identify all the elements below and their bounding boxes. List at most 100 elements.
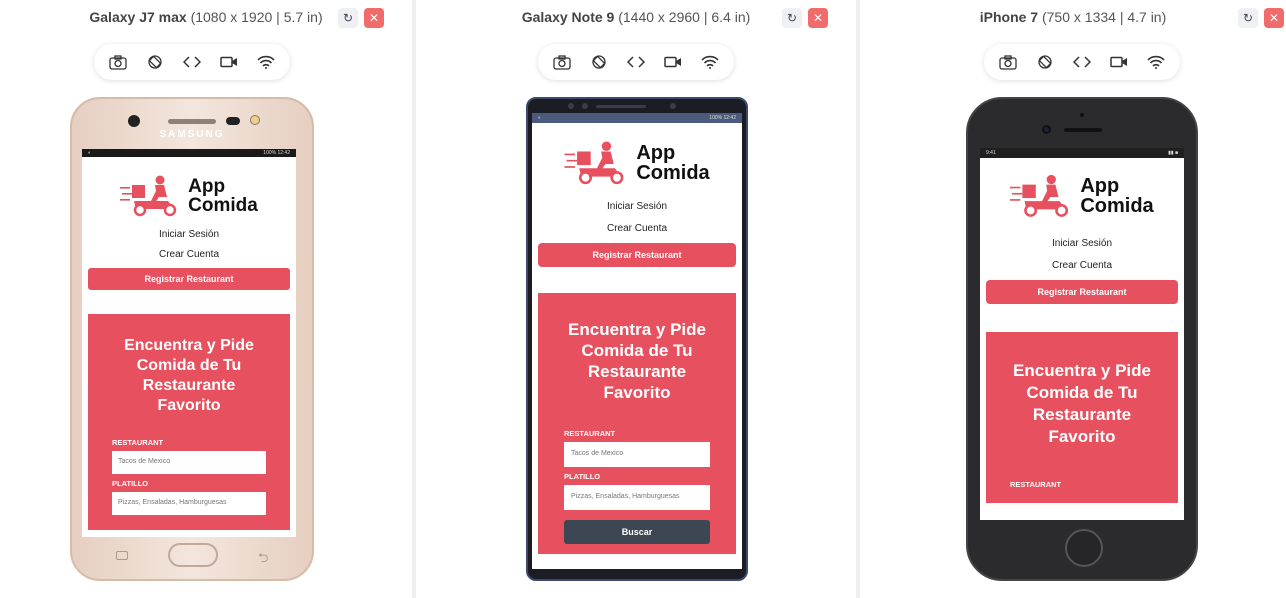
phone-screen: ◐ 100% 12:42 App Comida Iniciar Sesión Cre… bbox=[82, 149, 296, 537]
nav-login-link[interactable]: Iniciar Sesión bbox=[82, 229, 296, 240]
record-button[interactable] bbox=[658, 47, 688, 77]
home-button[interactable] bbox=[168, 543, 218, 567]
close-device-button[interactable]: ✕ bbox=[1264, 8, 1284, 28]
restaurant-input[interactable]: Tacos de Mexico bbox=[112, 451, 266, 474]
rotate-device-button[interactable]: ↻ bbox=[1238, 8, 1258, 28]
camera-icon bbox=[553, 54, 572, 70]
sensor bbox=[226, 117, 240, 125]
register-restaurant-button[interactable]: Registrar Restaurant bbox=[538, 243, 736, 267]
device-name: Galaxy J7 max bbox=[89, 9, 187, 25]
platillo-input[interactable]: Pizzas, Ensaladas, Hamburguesas bbox=[564, 485, 710, 510]
rotate-screen-button[interactable] bbox=[584, 47, 614, 77]
register-restaurant-button[interactable]: Registrar Restaurant bbox=[88, 268, 290, 290]
rotate-device-button[interactable]: ↻ bbox=[782, 8, 802, 28]
device-toolbar bbox=[538, 44, 734, 80]
logo-text: App Comida bbox=[636, 142, 710, 184]
video-icon bbox=[220, 56, 237, 68]
phone-frame: ◐ 100% 12:42 App Comida Iniciar Sesión Cre… bbox=[526, 97, 748, 581]
network-button[interactable] bbox=[695, 47, 725, 77]
speaker-grille bbox=[168, 119, 216, 124]
search-hero: Encuentra y Pide Comida de Tu Restaurant… bbox=[986, 332, 1178, 503]
nav-login-link[interactable]: Iniciar Sesión bbox=[980, 238, 1184, 249]
bezel-sensors bbox=[568, 102, 708, 110]
search-hero: Encuentra y Pide Comida de Tu Restaurant… bbox=[538, 293, 736, 554]
platillo-input[interactable]: Pizzas, Ensaladas, Hamburguesas bbox=[112, 492, 266, 515]
search-button[interactable]: Buscar bbox=[564, 520, 710, 544]
status-bar: ◐ 100% 12:42 bbox=[82, 149, 296, 157]
code-button[interactable] bbox=[1067, 47, 1097, 77]
device-specs: (1440 x 2960 | 6.4 in) bbox=[618, 9, 751, 25]
delivery-scooter-icon bbox=[564, 141, 624, 185]
wifi-icon bbox=[700, 55, 719, 69]
network-button[interactable] bbox=[251, 47, 281, 77]
nav-signup-link[interactable]: Crear Cuenta bbox=[82, 249, 296, 260]
device-panel-iphone7: iPhone 7 (750 x 1334 | 4.7 in) ↻ ✕ 9:41 ▮… bbox=[860, 0, 1286, 598]
sensor-light bbox=[250, 115, 260, 125]
hero-title: Encuentra y Pide Comida de Tu Restaurant… bbox=[568, 320, 706, 402]
recent-apps-key[interactable] bbox=[116, 551, 128, 560]
wifi-icon bbox=[1146, 55, 1165, 69]
restaurant-label: RESTAURANT bbox=[564, 429, 616, 438]
device-title: iPhone 7 (750 x 1334 | 4.7 in) bbox=[860, 9, 1286, 25]
rotate-icon bbox=[592, 55, 606, 69]
screenshot-button[interactable] bbox=[993, 47, 1023, 77]
nav-signup-link[interactable]: Crear Cuenta bbox=[532, 223, 742, 234]
platillo-label: PLATILLO bbox=[112, 479, 149, 488]
brand-label: SAMSUNG bbox=[159, 129, 225, 140]
restaurant-label: RESTAURANT bbox=[112, 438, 164, 447]
rotate-icon bbox=[1038, 55, 1052, 69]
phone-screen: ◐ 100% 12:42 App Comida Iniciar Sesión Cre… bbox=[532, 113, 742, 569]
device-panel-note9: Galaxy Note 9 (1440 x 2960 | 6.4 in) ↻ ✕… bbox=[416, 0, 856, 598]
record-button[interactable] bbox=[1104, 47, 1134, 77]
device-name: Galaxy Note 9 bbox=[521, 9, 615, 25]
device-specs: (750 x 1334 | 4.7 in) bbox=[1041, 9, 1167, 25]
code-icon bbox=[626, 56, 645, 68]
app-logo[interactable]: App Comida bbox=[532, 141, 742, 185]
camera-icon bbox=[109, 54, 128, 70]
nav-login-link[interactable]: Iniciar Sesión bbox=[532, 201, 742, 212]
video-icon bbox=[1110, 56, 1127, 68]
app-logo[interactable]: App Comida bbox=[980, 174, 1184, 218]
back-key[interactable]: ⮌ bbox=[258, 549, 268, 571]
code-button[interactable] bbox=[177, 47, 207, 77]
network-button[interactable] bbox=[1141, 47, 1171, 77]
app-logo[interactable]: App Comida bbox=[82, 175, 296, 217]
register-restaurant-button[interactable]: Registrar Restaurant bbox=[986, 280, 1178, 304]
front-camera bbox=[128, 115, 140, 127]
battery-level: 100% bbox=[709, 115, 723, 121]
restaurant-label: RESTAURANT bbox=[1010, 480, 1062, 489]
earpiece bbox=[1064, 128, 1102, 132]
close-device-button[interactable]: ✕ bbox=[808, 8, 828, 28]
rotate-screen-button[interactable] bbox=[1030, 47, 1060, 77]
phone-frame: SAMSUNG ◐ 100% 12:42 App Comida Iniciar Se… bbox=[70, 97, 314, 581]
delivery-scooter-icon bbox=[1010, 174, 1069, 217]
code-icon bbox=[182, 56, 201, 68]
phone-screen: 9:41 ▮▮ ■ App Comida Iniciar Sesión Crear … bbox=[980, 148, 1184, 520]
status-time: 12:42 bbox=[277, 150, 290, 156]
rotate-icon bbox=[148, 55, 162, 69]
status-time: 12:42 bbox=[723, 115, 736, 121]
screenshot-button[interactable] bbox=[103, 47, 133, 77]
front-camera bbox=[1042, 125, 1051, 134]
code-icon bbox=[1072, 56, 1091, 68]
close-device-button[interactable]: ✕ bbox=[364, 8, 384, 28]
phone-frame: 9:41 ▮▮ ■ App Comida Iniciar Sesión Crear … bbox=[966, 97, 1198, 581]
nav-signup-link[interactable]: Crear Cuenta bbox=[980, 260, 1184, 271]
device-panel-j7: Galaxy J7 max (1080 x 1920 | 5.7 in) ↻ ✕… bbox=[0, 0, 412, 598]
video-icon bbox=[664, 56, 681, 68]
logo-text: App Comida bbox=[1080, 175, 1154, 217]
hero-title: Encuentra y Pide Comida de Tu Restaurant… bbox=[1013, 361, 1151, 446]
device-toolbar bbox=[94, 44, 290, 80]
record-button[interactable] bbox=[214, 47, 244, 77]
code-button[interactable] bbox=[621, 47, 651, 77]
rotate-screen-button[interactable] bbox=[140, 47, 170, 77]
wifi-icon bbox=[256, 55, 275, 69]
home-button[interactable] bbox=[1065, 529, 1103, 567]
screenshot-button[interactable] bbox=[547, 47, 577, 77]
device-toolbar bbox=[984, 44, 1180, 80]
device-name: iPhone 7 bbox=[979, 9, 1039, 25]
restaurant-input[interactable]: Tacos de Mexico bbox=[564, 442, 710, 467]
battery-level: 100% bbox=[263, 150, 277, 156]
rotate-device-button[interactable]: ↻ bbox=[338, 8, 358, 28]
delivery-scooter-icon bbox=[120, 175, 177, 217]
